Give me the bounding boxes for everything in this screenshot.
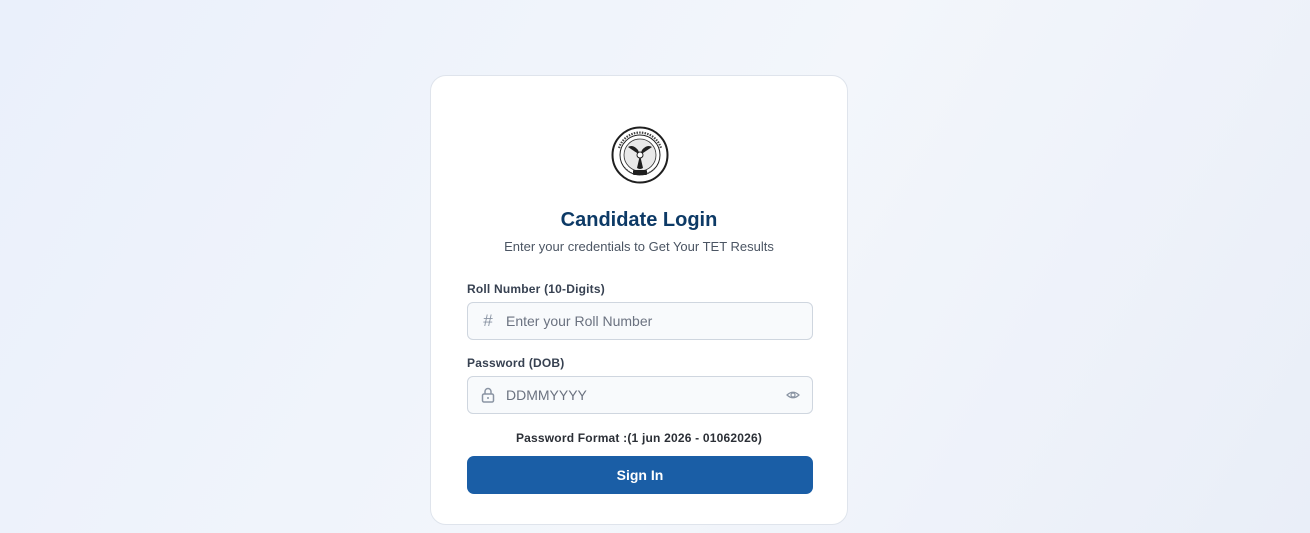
roll-number-field[interactable]: # (467, 302, 813, 340)
page-title: Candidate Login (560, 209, 718, 231)
hash-icon: # (483, 311, 493, 330)
lock-icon (480, 386, 496, 404)
eye-icon[interactable] (786, 388, 800, 402)
password-field[interactable] (467, 376, 813, 414)
password-input[interactable] (506, 377, 766, 413)
roll-number-input[interactable] (506, 303, 766, 339)
password-label: Password (DOB) (467, 356, 565, 370)
roll-number-label: Roll Number (10-Digits) (467, 282, 605, 296)
login-card: Candidate Login Enter your credentials t… (430, 75, 848, 525)
page-subtitle: Enter your credentials to Get Your TET R… (504, 239, 774, 254)
emblem-logo (611, 126, 669, 184)
password-format-hint: Password Format :(1 jun 2026 - 01062026) (515, 431, 763, 445)
sign-in-button[interactable]: Sign In (467, 456, 813, 494)
